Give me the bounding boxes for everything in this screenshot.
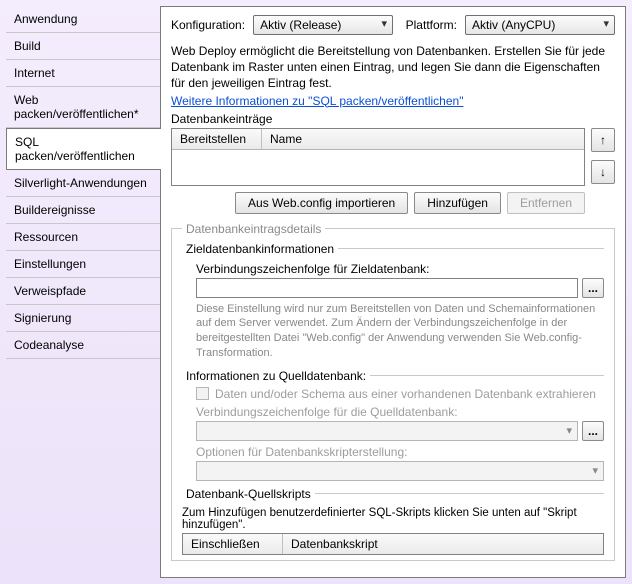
konfiguration-label: Konfiguration:	[171, 18, 245, 32]
source-conn-browse-button[interactable]: ...	[582, 421, 604, 441]
sidebar-item-einstellungen[interactable]: Einstellungen	[6, 251, 161, 278]
source-group: Informationen zu Quelldatenbank: Daten u…	[182, 369, 604, 487]
sidebar-item-label: Buildereignisse	[14, 203, 95, 217]
sidebar-item-label: Web packen/veröffentlichen*	[14, 93, 139, 121]
remove-button: Entfernen	[507, 192, 585, 214]
sidebar-item-label: SQL packen/veröffentlichen	[15, 135, 135, 163]
sidebar-item-signierung[interactable]: Signierung	[6, 305, 161, 332]
entries-label: Datenbankeinträge	[171, 112, 615, 126]
move-down-button[interactable]: ↓	[591, 160, 615, 184]
arrow-up-icon: ↑	[600, 133, 606, 147]
sidebar-item-label: Einstellungen	[14, 257, 86, 271]
scripts-grid-header: Einschließen Datenbankskript	[183, 534, 603, 554]
ellipsis-icon: ...	[588, 424, 598, 438]
sidebar-item-label: Ressourcen	[14, 230, 78, 244]
sidebar-item-label: Silverlight-Anwendungen	[14, 176, 147, 190]
sidebar-item-internet[interactable]: Internet	[6, 60, 161, 87]
main-panel: Konfiguration: Aktiv (Release) Plattform…	[160, 6, 626, 578]
sidebar-item-sql-packen[interactable]: SQL packen/veröffentlichen	[6, 128, 161, 170]
extract-checkbox-label: Daten und/oder Schema aus einer vorhande…	[215, 387, 596, 401]
sidebar: Anwendung Build Internet Web packen/verö…	[6, 6, 161, 578]
more-info-link[interactable]: Weitere Informationen zu "SQL packen/ver…	[171, 94, 615, 108]
target-conn-browse-button[interactable]: ...	[582, 278, 604, 298]
entries-grid[interactable]: Bereitstellen Name	[171, 128, 585, 186]
target-hint: Diese Einstellung wird nur zum Bereitste…	[196, 302, 604, 361]
sidebar-item-buildereignisse[interactable]: Buildereignisse	[6, 197, 161, 224]
scripts-group: Datenbank-Quellskripts Zum Hinzufügen be…	[182, 487, 604, 555]
plattform-dropdown[interactable]: Aktiv (AnyCPU)	[465, 15, 615, 35]
source-conn-combo	[196, 421, 578, 441]
sidebar-item-build[interactable]: Build	[6, 33, 161, 60]
scripts-legend: Datenbank-Quellskripts	[182, 487, 315, 501]
source-legend: Informationen zu Quelldatenbank:	[182, 369, 370, 383]
scripts-grid[interactable]: Einschließen Datenbankskript	[182, 533, 604, 555]
sidebar-item-ressourcen[interactable]: Ressourcen	[6, 224, 161, 251]
sidebar-item-label: Verweispfade	[14, 284, 86, 298]
target-conn-label: Verbindungszeichenfolge für Zieldatenban…	[196, 262, 604, 276]
col-name[interactable]: Name	[262, 129, 584, 149]
extract-checkbox	[196, 387, 209, 400]
col-script[interactable]: Datenbankskript	[283, 534, 603, 554]
sidebar-item-label: Anwendung	[14, 12, 77, 26]
sidebar-item-codeanalyse[interactable]: Codeanalyse	[6, 332, 161, 359]
sidebar-item-web-packen[interactable]: Web packen/veröffentlichen*	[6, 87, 161, 128]
config-row: Konfiguration: Aktiv (Release) Plattform…	[171, 15, 615, 35]
sidebar-item-label: Internet	[14, 66, 55, 80]
sidebar-item-verweispfade[interactable]: Verweispfade	[6, 278, 161, 305]
sidebar-item-label: Signierung	[14, 311, 71, 325]
col-include[interactable]: Einschließen	[183, 534, 283, 554]
plattform-label: Plattform:	[406, 18, 457, 32]
target-group: Zieldatenbankinformationen Verbindungsze…	[182, 242, 604, 369]
details-group: Datenbankeintragsdetails Zieldatenbankin…	[171, 222, 615, 561]
move-up-button[interactable]: ↑	[591, 128, 615, 152]
sidebar-item-label: Build	[14, 39, 41, 53]
source-conn-label: Verbindungszeichenfolge für die Quelldat…	[196, 405, 604, 419]
target-conn-input[interactable]	[196, 278, 578, 298]
entries-grid-header: Bereitstellen Name	[172, 129, 584, 150]
col-bereitstellen[interactable]: Bereitstellen	[172, 129, 262, 149]
script-options-label: Optionen für Datenbankskripterstellung:	[196, 445, 604, 459]
konfiguration-dropdown[interactable]: Aktiv (Release)	[253, 15, 393, 35]
import-webconfig-button[interactable]: Aus Web.config importieren	[235, 192, 408, 214]
script-options-combo	[196, 461, 604, 481]
target-legend: Zieldatenbankinformationen	[182, 242, 338, 256]
add-button[interactable]: Hinzufügen	[414, 192, 501, 214]
sidebar-item-anwendung[interactable]: Anwendung	[6, 6, 161, 33]
intro-text: Web Deploy ermöglicht die Bereitstellung…	[171, 43, 615, 92]
sidebar-item-silverlight[interactable]: Silverlight-Anwendungen	[6, 170, 161, 197]
sidebar-item-label: Codeanalyse	[14, 338, 84, 352]
ellipsis-icon: ...	[588, 281, 598, 295]
details-legend: Datenbankeintragsdetails	[182, 222, 325, 236]
arrow-down-icon: ↓	[600, 165, 606, 179]
scripts-hint: Zum Hinzufügen benutzerdefinierter SQL-S…	[182, 507, 604, 531]
